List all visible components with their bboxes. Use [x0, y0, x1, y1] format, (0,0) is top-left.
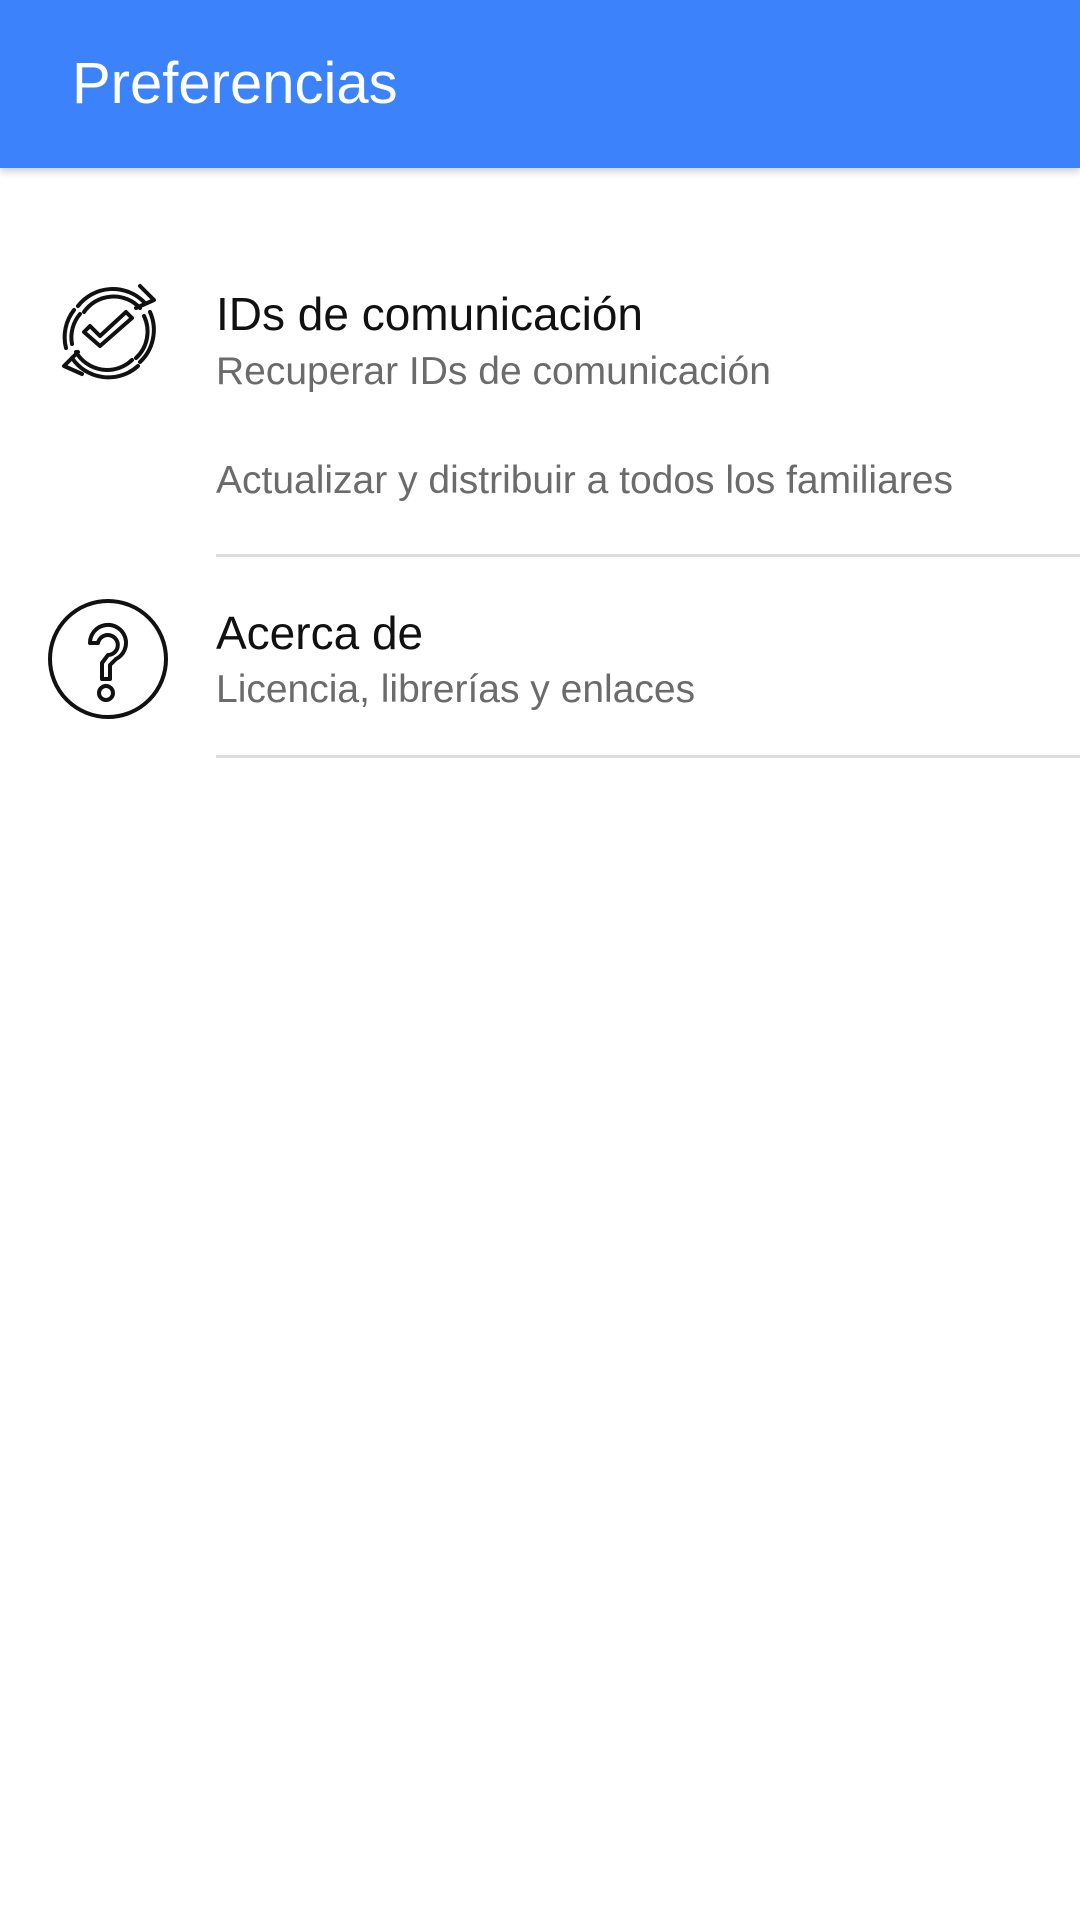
preferences-list: IDs de comunicación Recuperar IDs de com…	[0, 168, 1080, 1920]
help-circle-icon	[44, 595, 172, 723]
app-bar: Preferencias	[0, 0, 1080, 168]
pref-summary: Actualizar y distribuir a todos los fami…	[216, 459, 953, 502]
pref-title: IDs de comunicación	[216, 288, 643, 340]
pref-item-communication-ids[interactable]: IDs de comunicación Recuperar IDs de com…	[0, 208, 1080, 393]
sync-check-icon	[44, 266, 172, 394]
page-title: Preferencias	[72, 51, 398, 116]
divider	[216, 755, 1080, 758]
pref-summary: Recuperar IDs de comunicación	[216, 350, 771, 393]
pref-summary: Licencia, librerías y enlaces	[216, 668, 696, 711]
pref-title: Acerca de	[216, 607, 424, 659]
pref-item-about[interactable]: Acerca de Licencia, librerías y enlaces	[0, 557, 1080, 755]
pref-item-update-distribute[interactable]: Actualizar y distribuir a todos los fami…	[0, 398, 1080, 568]
